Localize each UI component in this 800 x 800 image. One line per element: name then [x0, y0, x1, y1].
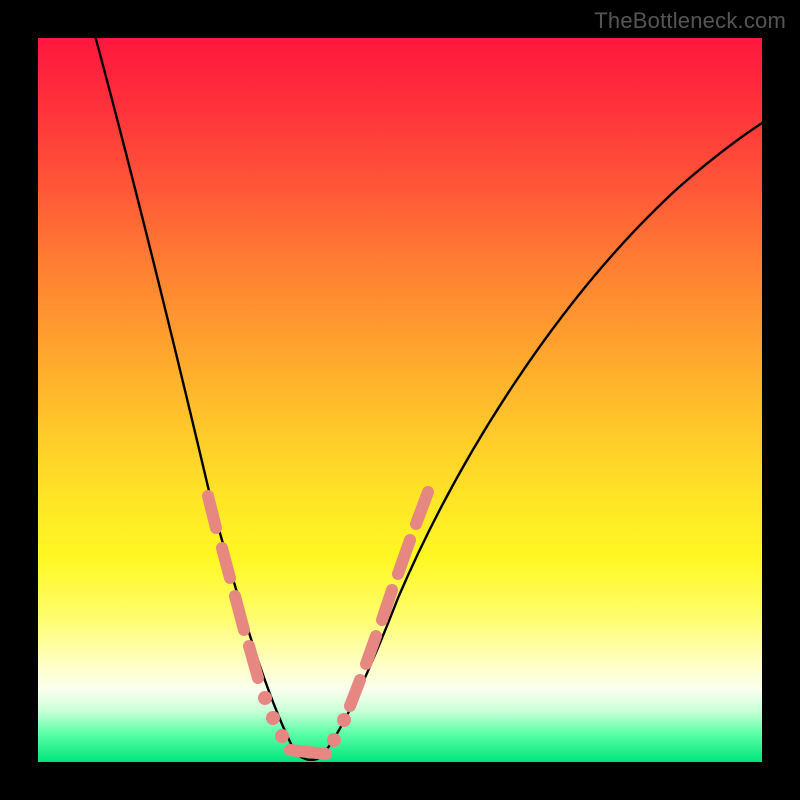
highlight-segment [222, 548, 230, 578]
highlight-segment [416, 492, 428, 524]
highlight-segment [290, 750, 326, 754]
highlight-dot [327, 733, 341, 747]
highlight-dot [275, 729, 289, 743]
highlight-dot [266, 711, 280, 725]
chart-frame: TheBottleneck.com [0, 0, 800, 800]
highlight-dot [337, 713, 351, 727]
highlight-segment [208, 496, 216, 528]
highlight-segment [398, 540, 410, 574]
highlight-segment [350, 680, 360, 706]
highlight-segment [235, 596, 244, 630]
highlight-segment [249, 646, 258, 678]
highlight-segment [366, 636, 376, 664]
plot-area [38, 38, 762, 762]
watermark-text: TheBottleneck.com [594, 8, 786, 34]
bottleneck-curve [93, 28, 778, 760]
curve-layer [38, 38, 762, 762]
highlight-dot [258, 691, 272, 705]
